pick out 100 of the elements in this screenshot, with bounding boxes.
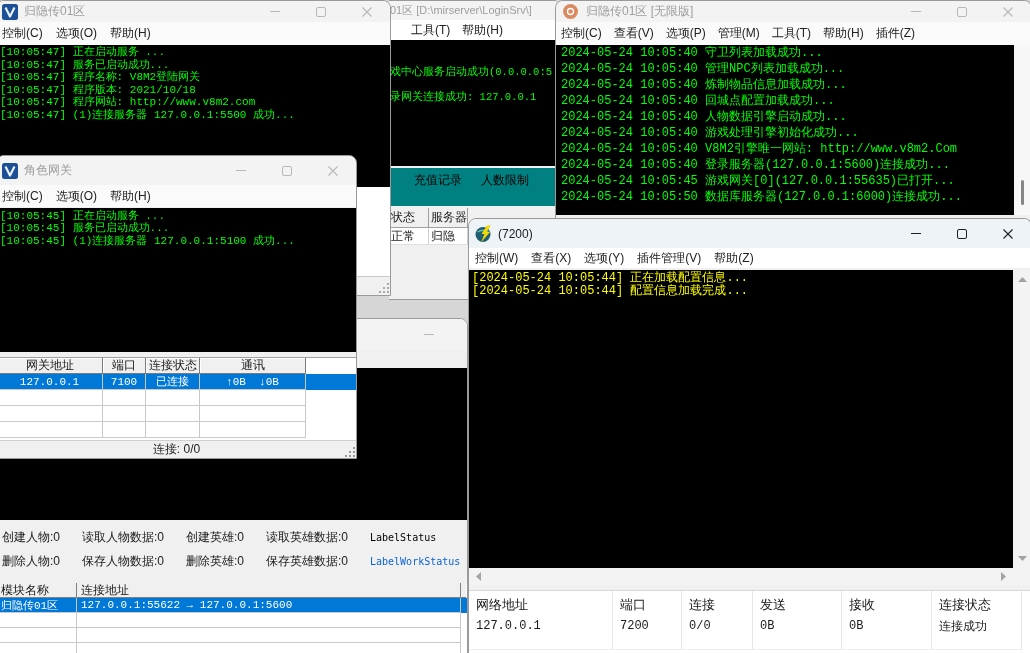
- column-header[interactable]: [461, 583, 466, 598]
- menu-item[interactable]: 插件(Z): [875, 25, 915, 42]
- table-cell: [146, 390, 200, 406]
- menu-item[interactable]: 选项(P): [665, 25, 706, 42]
- counter-label: 删除英雄:0: [186, 552, 244, 570]
- log-line: [10:05:47] 正在启动服务 ...: [0, 46, 167, 59]
- toolbar-item[interactable]: 充值记录: [414, 173, 462, 187]
- log-line: [10:05:47] (1)连接服务器 127.0.0.1:5500 成功...: [0, 108, 296, 121]
- column-header[interactable]: 网关地址: [0, 358, 103, 374]
- column-header[interactable]: 连接状态: [932, 591, 1022, 619]
- table-cell: 已连接: [146, 374, 200, 390]
- menu-item[interactable]: 工具(T): [411, 21, 451, 39]
- close-icon: [362, 6, 372, 17]
- column-header[interactable]: 状态: [389, 208, 429, 228]
- menu-item[interactable]: 帮助(H): [823, 25, 864, 42]
- resize-grip-icon[interactable]: [345, 447, 355, 457]
- table-cell: [146, 422, 200, 438]
- table-cell: [682, 633, 753, 650]
- menu-item[interactable]: 查看(V): [613, 25, 654, 42]
- log-line: [10:05:45] (1)连接服务器 127.0.0.1:5100 成功...: [0, 234, 296, 247]
- minimize-icon: [911, 233, 921, 234]
- log-line: 2024-05-24 10:05:40 回城点配置加载成功...: [561, 93, 836, 109]
- log-line: [10:05:45] 正在启动服务 ...: [0, 210, 167, 222]
- status-label: LabelWorkStatus: [370, 555, 461, 567]
- counter-label: 创建英雄:0: [186, 528, 244, 546]
- menu-item[interactable]: 控制(C): [2, 25, 43, 42]
- scroll-up-icon[interactable]: [1017, 277, 1027, 282]
- counter-label: 保存英雄数据:0: [266, 552, 348, 570]
- log-line: [10:05:47] 程序版本: 2021/10/18: [0, 83, 197, 96]
- menu-item[interactable]: 帮助(H): [462, 21, 503, 39]
- menu-item[interactable]: 控制(C): [561, 25, 602, 42]
- scrollbar-thumb[interactable]: [1021, 180, 1024, 205]
- minimize-icon: [236, 170, 246, 171]
- counter-label: 删除人物:0: [2, 552, 60, 570]
- column-header[interactable]: 端口: [613, 591, 682, 619]
- status-label: LabelStatus: [370, 531, 437, 543]
- table-cell: [103, 422, 146, 438]
- column-header[interactable]: 接收: [842, 591, 932, 619]
- log-line: [2024-05-24 10:05:44] 正在加载配置信息...: [472, 272, 750, 285]
- table-row[interactable]: 127.0.0.1 7100 已连接 ↑0B ↓0B: [0, 374, 356, 390]
- table-cell: 归隐传01区: [0, 598, 77, 613]
- table-cell: 0/0: [682, 619, 753, 633]
- column-header[interactable]: 网络地址: [469, 591, 613, 619]
- table-cell: 连接成功: [932, 619, 1022, 633]
- column-header[interactable]: 连接状态: [146, 358, 200, 374]
- close-icon: [328, 165, 338, 176]
- menu-item[interactable]: 帮助(Z): [714, 249, 754, 267]
- column-header[interactable]: 端口: [103, 358, 146, 374]
- menu-item[interactable]: 管理(M): [717, 25, 760, 42]
- table-cell: [103, 390, 146, 406]
- log-line: 2024-05-24 10:05:45 游戏网关[0](127.0.0.1:55635)已打开...: [561, 173, 956, 189]
- log-line: [10:05:45] 服务已启动成功...: [0, 222, 171, 235]
- resize-grip-icon[interactable]: [379, 283, 389, 293]
- maximize-icon: [316, 6, 326, 17]
- table-cell: 7100: [103, 374, 146, 390]
- menu-item[interactable]: 控制(W): [475, 249, 519, 267]
- window-title: 归隐传01区: [24, 3, 86, 20]
- log-line: [10:05:47] 程序网站: http://www.v8m2.com: [0, 96, 257, 109]
- counter-label: 创建人物:0: [2, 528, 60, 546]
- close-icon: [1003, 6, 1013, 17]
- column-header[interactable]: 连接: [682, 591, 753, 619]
- log-line: 2024-05-24 10:05:40 游戏处理引擎初始化成功...: [561, 125, 860, 141]
- menu-item[interactable]: 选项(O): [55, 25, 97, 42]
- table-cell: 127.0.0.1: [0, 374, 103, 390]
- counter-label: 保存人物数据:0: [82, 552, 164, 570]
- table-row[interactable]: 127.0.0.1 7200 0/0 0B 0B 连接成功: [469, 619, 1030, 633]
- column-header[interactable]: 发送: [753, 591, 842, 619]
- log-line: 2024-05-24 10:05:40 登录服务器(127.0.0.1:5600)连接成功...: [561, 157, 951, 173]
- scroll-right-icon[interactable]: [1001, 572, 1006, 581]
- log-line: 2024-05-24 10:05:40 炼制物品信息加载成功...: [561, 77, 848, 93]
- log-line: [10:05:47] 程序名称: V8M2登陆网关: [0, 71, 202, 84]
- menu-item[interactable]: 控制(C): [2, 187, 43, 205]
- scrollbar[interactable]: [1014, 45, 1030, 215]
- status-text: 连接: 0/0: [152, 441, 201, 458]
- menu-item[interactable]: 工具(T): [771, 25, 811, 42]
- menu-item[interactable]: 查看(X): [531, 249, 572, 267]
- column-header[interactable]: 连接地址: [77, 583, 461, 598]
- menu-item[interactable]: 帮助(H): [110, 187, 151, 205]
- table-cell: [613, 633, 682, 650]
- log-line: 2024-05-24 10:05:40 人物数据引擎启动成功...: [561, 109, 848, 125]
- round-logo-icon: [563, 4, 578, 19]
- scroll-down-icon[interactable]: [1017, 556, 1027, 561]
- column-header[interactable]: 模块名称: [0, 583, 77, 598]
- toolbar-item[interactable]: 人数限制: [481, 173, 529, 187]
- column-header[interactable]: 通讯: [200, 358, 306, 374]
- window-title: (7200): [498, 226, 533, 241]
- table-cell: 127.0.0.1:55622 → 127.0.0.1:5600: [77, 598, 461, 613]
- window-title: 角色网关: [24, 162, 72, 179]
- scroll-left-icon[interactable]: [476, 572, 481, 581]
- close-icon: [1003, 228, 1013, 239]
- minimize-icon: [424, 334, 434, 335]
- menu-item[interactable]: 帮助(H): [110, 25, 151, 42]
- maximize-icon: [957, 6, 967, 17]
- window-title: 归隐传01区 [无限版]: [586, 3, 694, 20]
- menu-item[interactable]: 选项(Y): [584, 249, 625, 267]
- column-header[interactable]: 服务器: [429, 208, 468, 228]
- menu-item[interactable]: 插件管理(V): [637, 249, 702, 267]
- table-cell: 127.0.0.1: [469, 619, 613, 633]
- menu-item[interactable]: 选项(O): [55, 187, 97, 205]
- table-row[interactable]: 归隐传01区 127.0.0.1:55622 → 127.0.0.1:5600: [0, 598, 467, 613]
